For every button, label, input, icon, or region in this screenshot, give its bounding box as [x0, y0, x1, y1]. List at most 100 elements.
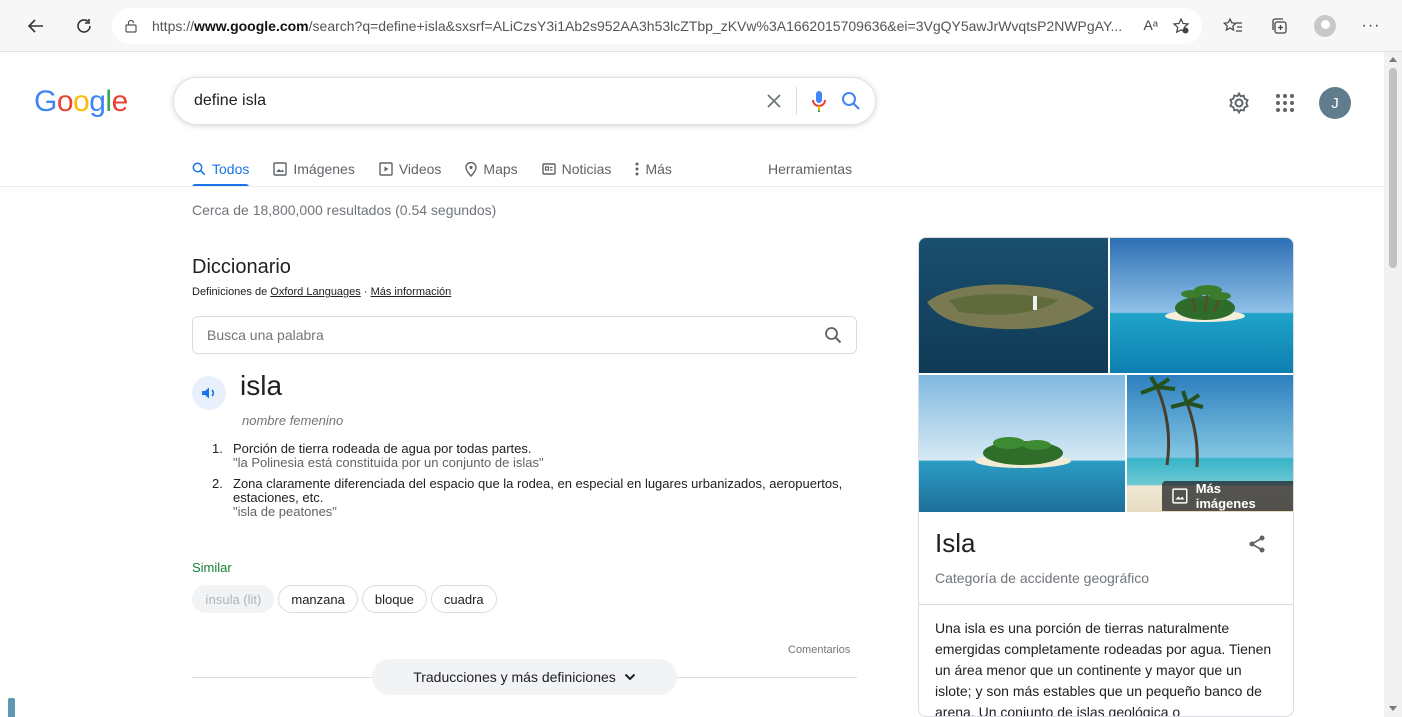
island-image-tropical[interactable] — [919, 375, 1125, 512]
tabs-divider — [0, 186, 1384, 187]
collections-icon — [1272, 18, 1287, 34]
apps-grid-icon[interactable] — [1275, 93, 1295, 113]
account-avatar[interactable]: J — [1319, 87, 1351, 119]
arrow-left-icon — [27, 19, 43, 33]
tab-label: Videos — [398, 161, 442, 177]
url-path: /search?q=define+isla&sxsrf=ALiCzsY3i1Ab… — [308, 18, 1123, 34]
dictionary-search[interactable] — [192, 316, 857, 354]
logo-letter: g — [89, 85, 106, 118]
definition-text: Zona claramente diferenciada del espacio… — [233, 476, 843, 505]
island-image-aerial[interactable] — [919, 238, 1108, 373]
scroll-down-arrow-icon[interactable] — [1389, 706, 1397, 711]
search-box[interactable] — [173, 77, 876, 125]
logo-letter: o — [56, 85, 74, 118]
tab-noticias[interactable]: Noticias — [541, 154, 612, 184]
definition-number: 2. — [212, 476, 223, 491]
browser-toolbar: https://www.google.com/search?q=define+i… — [0, 0, 1402, 52]
gear-icon[interactable] — [1227, 91, 1251, 115]
play-icon — [379, 162, 393, 176]
url-text: https://www.google.com/search?q=define+i… — [152, 18, 1133, 34]
tools-button[interactable]: Herramientas — [768, 154, 852, 184]
favorites-icon — [1223, 17, 1242, 32]
dictionary-search-input[interactable] — [207, 327, 824, 343]
pronunciation-button[interactable] — [192, 376, 226, 410]
similar-chip-bloque[interactable]: bloque — [361, 585, 427, 613]
headword: isla — [240, 370, 283, 401]
definition-number: 1. — [212, 441, 223, 456]
knowledge-panel: Más imágenes Isla Categoría de accidente… — [918, 237, 1294, 717]
definitions-list: 1. Porción de tierra rodeada de agua por… — [212, 442, 852, 526]
tab-label: Imágenes — [293, 161, 355, 177]
scroll-thumb[interactable] — [1389, 68, 1397, 268]
share-icon[interactable] — [1247, 534, 1267, 554]
kp-description: Una isla es una porción de tierras natur… — [935, 620, 1272, 717]
more-images-label: Más imágenes — [1195, 481, 1256, 511]
definition-item: 1. Porción de tierra rodeada de agua por… — [212, 442, 852, 470]
result-stats: Cerca de 18,800,000 resultados (0.54 seg… — [192, 202, 497, 218]
scroll-up-arrow-icon[interactable] — [1389, 57, 1397, 62]
more-horiz-icon: ··· — [1361, 17, 1381, 34]
back-button[interactable] — [18, 8, 54, 44]
oxford-languages-link[interactable]: Oxford Languages — [270, 286, 361, 298]
tab-todos[interactable]: Todos — [192, 154, 250, 187]
clear-icon[interactable] — [766, 93, 782, 109]
google-logo[interactable]: Google — [34, 85, 128, 119]
part-of-speech: nombre femenino — [242, 413, 344, 428]
tab-imagenes[interactable]: Imágenes — [273, 154, 355, 184]
more-info-link[interactable]: Más información — [371, 286, 452, 298]
url-scheme: https:// — [152, 18, 195, 34]
source-separator: · — [360, 286, 371, 298]
favorite-add-icon[interactable] — [1172, 17, 1190, 35]
tab-label: Noticias — [561, 161, 612, 177]
collections-button[interactable] — [1261, 8, 1297, 44]
definition-example: "isla de peatones" — [233, 504, 337, 519]
similar-chip-manzana[interactable]: manzana — [278, 585, 358, 613]
chevron-down-icon — [624, 673, 635, 681]
microphone-icon[interactable] — [811, 89, 827, 113]
search-icon[interactable] — [824, 326, 842, 344]
kp-title: Isla — [935, 528, 976, 558]
more-vert-icon — [635, 162, 639, 176]
logo-letter: e — [111, 85, 129, 118]
similar-chip-insula: ínsula (lit) — [192, 585, 275, 613]
source-prefix: Definiciones de — [192, 286, 268, 298]
tab-videos[interactable]: Videos — [379, 154, 442, 184]
reload-icon — [77, 19, 91, 33]
more-definitions-button[interactable]: Traducciones y más definiciones — [372, 659, 677, 695]
more-images-button[interactable]: Más imágenes — [1162, 481, 1293, 511]
read-aloud-icon[interactable]: Aᵃ — [1143, 17, 1158, 35]
tab-label: Todos — [212, 161, 250, 177]
kp-subtitle: Categoría de accidente geográfico — [935, 570, 1150, 586]
definition-text: Porción de tierra rodeada de agua por to… — [233, 441, 532, 456]
dictionary-title: Diccionario — [192, 256, 291, 278]
search-input[interactable] — [194, 92, 766, 110]
search-divider — [796, 87, 797, 115]
kp-divider — [919, 604, 1293, 605]
tab-mas[interactable]: Más — [635, 154, 672, 184]
more-definitions-label: Traducciones y más definiciones — [413, 669, 616, 685]
definition-example: "la Polinesia está constituida por un co… — [233, 455, 544, 470]
similar-chip-cuadra[interactable]: cuadra — [430, 585, 497, 613]
settings-more-button[interactable]: ··· — [1353, 8, 1389, 44]
tab-maps[interactable]: Maps — [465, 154, 518, 184]
island-image-palms[interactable] — [1110, 238, 1293, 373]
reload-button[interactable] — [66, 8, 102, 44]
address-bar[interactable]: https://www.google.com/search?q=define+i… — [112, 8, 1202, 44]
page-scrollbar[interactable] — [1384, 52, 1402, 717]
speaker-icon — [202, 387, 215, 399]
search-icon — [192, 162, 206, 176]
page-info-icon[interactable] — [124, 19, 138, 33]
similar-chips: ínsula (lit) manzana bloque cuadra — [192, 585, 497, 613]
profile-button[interactable] — [1307, 8, 1343, 44]
tab-label: Más — [645, 161, 672, 177]
search-icon[interactable] — [841, 91, 861, 111]
favorites-button[interactable] — [1215, 8, 1251, 44]
side-panel-tab[interactable] — [8, 698, 15, 717]
image-icon — [1172, 488, 1188, 504]
feedback-link[interactable]: Comentarios — [788, 644, 850, 656]
news-icon — [541, 163, 556, 175]
dictionary-source: Definiciones de Oxford Languages · Más i… — [192, 286, 451, 298]
definition-item: 2. Zona claramente diferenciada del espa… — [212, 477, 852, 519]
location-pin-icon — [465, 161, 478, 177]
tab-label: Maps — [483, 161, 518, 177]
